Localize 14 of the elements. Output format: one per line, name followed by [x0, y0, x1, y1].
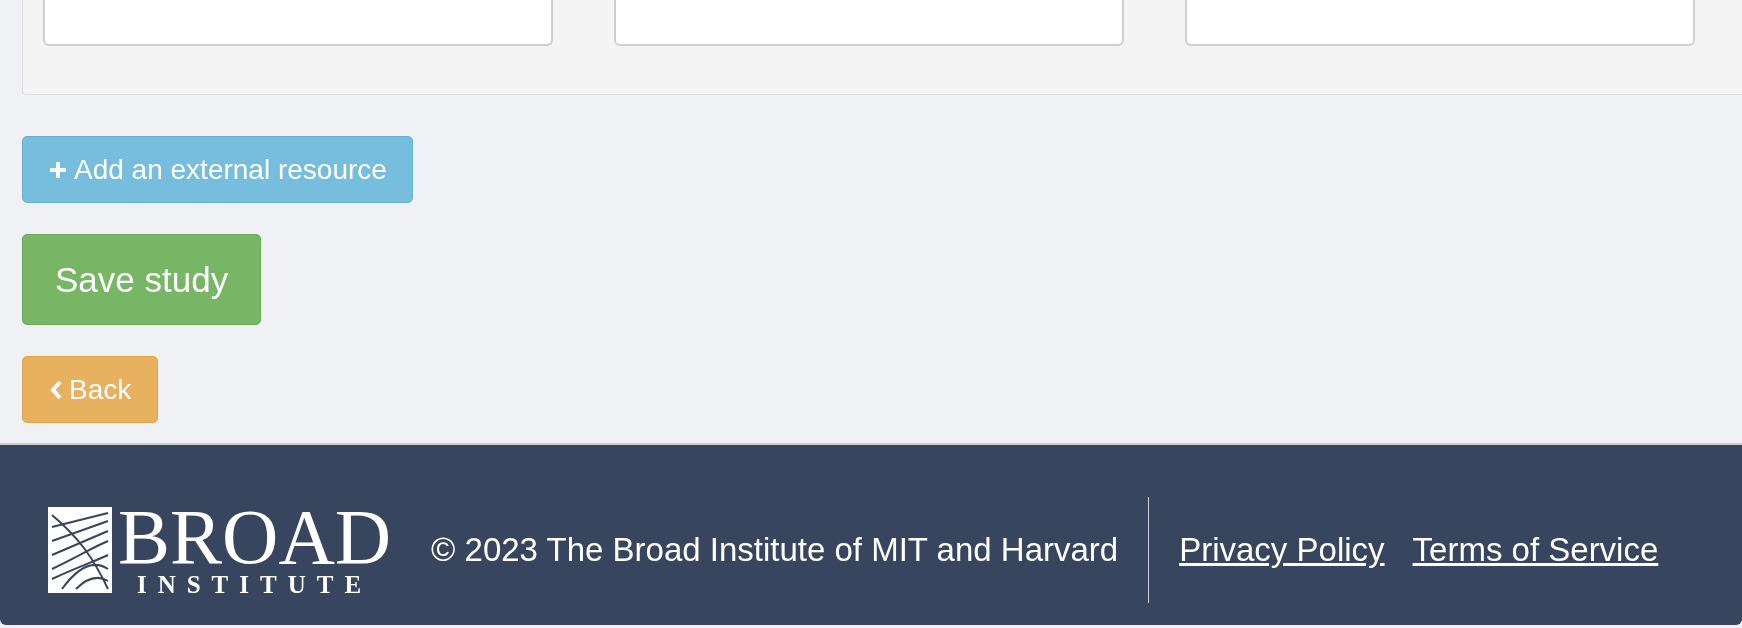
save-button[interactable]: Save study — [22, 234, 262, 325]
logo-subtitle: INSTITUTE — [136, 572, 373, 598]
input-card[interactable] — [43, 0, 553, 46]
footer-link[interactable]: Privacy Policy — [1179, 531, 1385, 569]
input-card[interactable] — [614, 0, 1124, 46]
footer-link[interactable]: Terms of Service — [1412, 531, 1659, 569]
logo-icon — [48, 507, 112, 593]
logo-wordmark: BROAD — [118, 502, 392, 572]
plus-icon — [48, 159, 68, 180]
add-resource-button[interactable]: Add an external resource — [22, 136, 413, 203]
back-button[interactable]: Back — [22, 356, 159, 423]
chevron-left-icon — [49, 378, 63, 401]
input-card[interactable] — [1185, 0, 1695, 46]
copyright-text: © 2023 The Broad Institute of MIT and Harvard — [431, 531, 1119, 569]
